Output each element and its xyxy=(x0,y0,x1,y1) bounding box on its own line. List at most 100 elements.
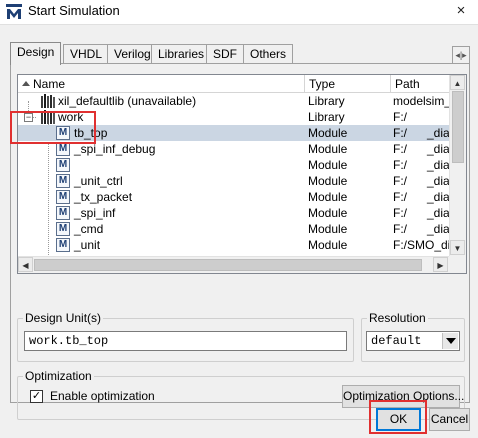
tree-row-type: Module xyxy=(308,126,348,140)
tree-row-path-suffix: _dia xyxy=(427,126,450,140)
module-icon: M xyxy=(56,158,70,172)
optimization-label: Optimization xyxy=(23,369,94,383)
tree-row-path: modelsim_lil xyxy=(393,94,450,108)
module-icon: M xyxy=(56,126,70,140)
column-header-path[interactable]: Path xyxy=(391,75,450,93)
enable-optimization-checkbox[interactable]: ✓ xyxy=(30,390,43,403)
tree-row-path-suffix: _dia xyxy=(427,222,450,236)
tree-row-path: F:/ xyxy=(393,142,407,156)
close-window-button[interactable]: × xyxy=(452,1,470,21)
tree-row[interactable]: M _spi_inf Module F:/ _dia xyxy=(18,205,450,221)
design-tree[interactable]: Name Type Path xil_defaultlib (unavailab… xyxy=(17,74,467,274)
tree-row-type: Library xyxy=(308,94,345,108)
tree-row-type: Module xyxy=(308,238,348,252)
module-icon: M xyxy=(56,206,70,220)
tree-header: Name Type Path xyxy=(18,75,450,93)
tree-row[interactable]: M _cmd Module F:/ _dia xyxy=(18,221,450,237)
tree-row[interactable]: M _unit Module F:/SMO_dia xyxy=(18,237,450,253)
tree-row-path: F:/SMO_dia xyxy=(393,238,450,252)
optimization-options-button[interactable]: Optimization Options... xyxy=(342,385,464,408)
tree-row-name: _tx_packet xyxy=(74,190,133,204)
tree-row-path: F:/ xyxy=(393,174,407,188)
module-icon: M xyxy=(56,174,70,188)
tree-row-path-suffix: _dia xyxy=(427,142,450,156)
sort-ascending-icon xyxy=(22,81,30,86)
tree-row[interactable]: M Module F:/ _dia xyxy=(18,157,450,173)
tree-row-type: Module xyxy=(308,222,348,236)
modelsim-logo-icon xyxy=(6,4,22,19)
tree-row-path: F:/ xyxy=(393,222,407,236)
column-header-type[interactable]: Type xyxy=(305,75,391,93)
column-header-name[interactable]: Name xyxy=(18,75,305,93)
library-books-icon xyxy=(41,94,55,108)
tree-row-name: _unit_ctrl xyxy=(74,174,123,188)
tree-row-path-suffix: _dia xyxy=(427,158,450,172)
tree-row-type: Library xyxy=(308,110,345,124)
tree-row-type: Module xyxy=(308,190,348,204)
tree-row-name: _spi_inf xyxy=(74,206,116,220)
tree-rows: xil_defaultlib (unavailable) Library mod… xyxy=(18,93,450,257)
tree-row-path-suffix: _dia xyxy=(427,190,450,204)
tree-row-type: Module xyxy=(308,206,348,220)
tree-row-path: F:/ xyxy=(393,110,407,124)
design-unit-group: Design Unit(s) work.tb_top xyxy=(17,311,354,362)
tab-libraries[interactable]: Libraries xyxy=(151,44,212,64)
tree-row[interactable]: xil_defaultlib (unavailable) Library mod… xyxy=(18,93,450,109)
tab-others[interactable]: Others xyxy=(243,44,294,64)
design-unit-input[interactable]: work.tb_top xyxy=(24,331,347,351)
library-books-icon xyxy=(41,110,55,124)
resolution-select[interactable]: default xyxy=(366,331,460,351)
scroll-up-icon[interactable]: ▲ xyxy=(450,75,465,90)
tree-row-path-suffix: _dia xyxy=(427,174,450,188)
dialog-body: Design VHDL Verilog Libraries SDF Others… xyxy=(0,24,478,438)
tree-row[interactable]: M _unit_ctrl Module F:/ _dia xyxy=(18,173,450,189)
design-unit-label: Design Unit(s) xyxy=(23,311,104,325)
tree-row-type: Module xyxy=(308,142,348,156)
tree-row-name: _spi_inf_debug xyxy=(74,142,156,156)
horizontal-scroll-thumb[interactable] xyxy=(34,259,422,271)
tree-row-type: Module xyxy=(308,174,348,188)
tree-row-name: _cmd xyxy=(74,222,104,236)
module-icon: M xyxy=(56,238,70,252)
tab-vhdl[interactable]: VHDL xyxy=(63,44,110,64)
design-tab-page: Name Type Path xil_defaultlib (unavailab… xyxy=(10,63,470,420)
module-icon: M xyxy=(56,190,70,204)
cancel-button[interactable]: Cancel xyxy=(429,408,470,431)
tree-row-path-suffix: _dia xyxy=(427,206,450,220)
tree-row[interactable]: M _tx_packet Module F:/ _dia xyxy=(18,189,450,205)
scroll-right-icon[interactable]: ▶ xyxy=(433,257,448,272)
tree-row[interactable]: M _spi_inf_debug Module F:/ _dia xyxy=(18,141,450,157)
tree-row-name: _unit xyxy=(74,238,101,252)
title-bar: Start Simulation × xyxy=(0,0,478,24)
tree-row-path: F:/ xyxy=(393,158,407,172)
tree-row-name: tb_top xyxy=(74,126,108,140)
ok-button[interactable]: OK xyxy=(376,408,421,431)
tree-row[interactable]: − work Library F:/ xyxy=(18,109,450,125)
tree-row-type: Module xyxy=(308,158,348,172)
window-title: Start Simulation xyxy=(28,3,120,18)
tab-design[interactable]: Design xyxy=(10,42,62,65)
resolution-label: Resolution xyxy=(367,311,428,325)
tab-sdf[interactable]: SDF xyxy=(206,44,244,64)
enable-optimization-label[interactable]: Enable optimization xyxy=(50,389,155,403)
tree-row-path: F:/ xyxy=(393,190,407,204)
dropdown-arrow-icon[interactable] xyxy=(442,333,458,349)
tree-row-path: F:/ xyxy=(393,206,407,220)
tree-row-path: F:/ xyxy=(393,126,407,140)
scroll-down-icon[interactable]: ▼ xyxy=(450,240,465,255)
tab-scroll-arrows[interactable]: ◂|▸ xyxy=(452,46,470,64)
column-header-name-label: Name xyxy=(33,77,66,91)
tree-row-name: xil_defaultlib (unavailable) xyxy=(58,94,197,108)
vertical-scroll-thumb[interactable] xyxy=(452,91,464,163)
horizontal-scrollbar[interactable]: ◀ ▶ xyxy=(18,256,450,273)
resolution-value: default xyxy=(371,334,422,348)
tree-row-selected[interactable]: M tb_top Module F:/ _dia xyxy=(18,125,450,141)
tree-row-name: work xyxy=(58,110,84,124)
collapse-icon[interactable]: − xyxy=(24,113,33,122)
module-icon: M xyxy=(56,142,70,156)
vertical-scrollbar[interactable]: ▲ ▼ xyxy=(449,75,466,257)
module-icon: M xyxy=(56,222,70,236)
resolution-group: Resolution default xyxy=(361,311,465,362)
scrollbar-corner xyxy=(449,256,466,273)
scroll-left-icon[interactable]: ◀ xyxy=(18,257,33,272)
